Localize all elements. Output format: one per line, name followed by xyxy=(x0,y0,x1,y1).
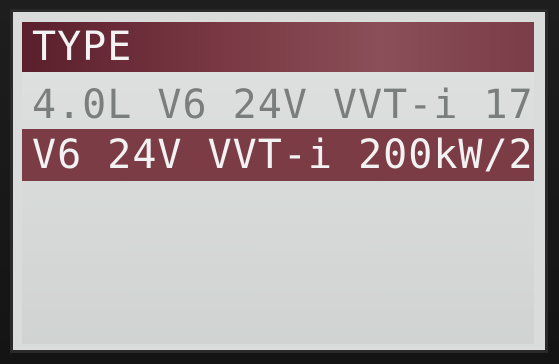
list-item-engine-type-1[interactable]: 4.0L V6 24V VVT-i 17 xyxy=(22,80,534,130)
menu-header: TYPE xyxy=(22,22,534,72)
lcd-screen: TYPE 4.0L V6 24V VVT-i 17 V6 24V VVT-i 2… xyxy=(22,22,534,344)
list-item-label: V6 24V VVT-i 200kW/2 xyxy=(32,132,534,178)
list-item-engine-type-2-selected[interactable]: V6 24V VVT-i 200kW/2 xyxy=(22,129,534,181)
menu-title: TYPE xyxy=(32,24,133,70)
list-item-label: 4.0L V6 24V VVT-i 17 xyxy=(32,82,534,128)
